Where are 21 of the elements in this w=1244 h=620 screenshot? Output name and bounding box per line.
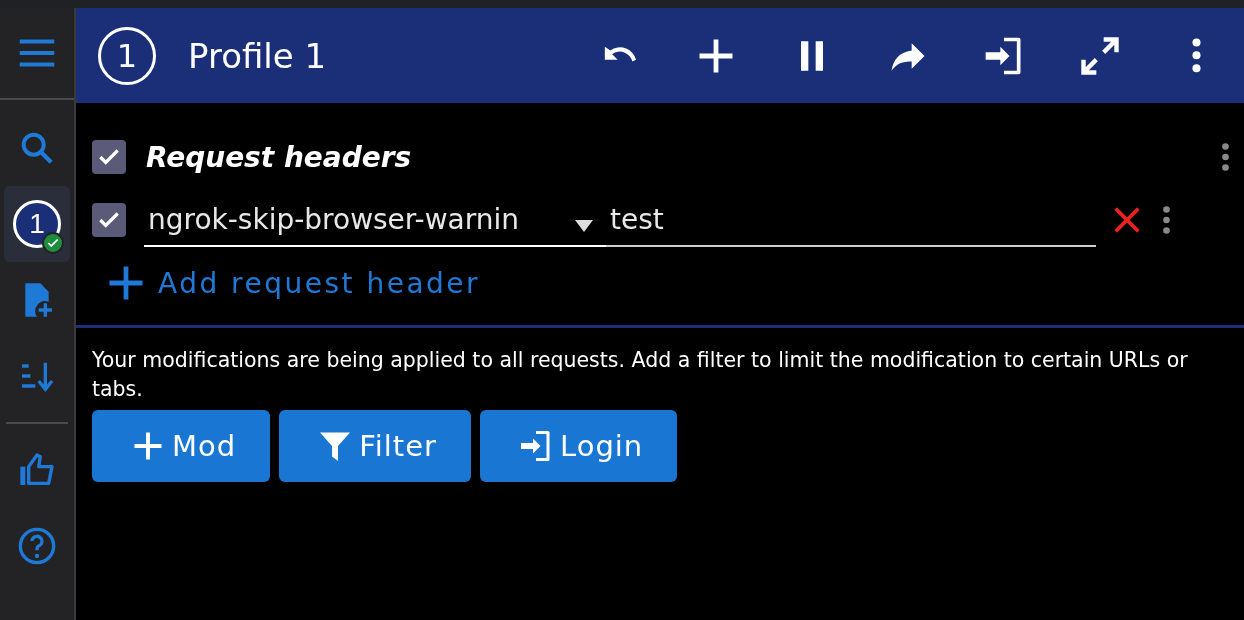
login-button[interactable]: Login <box>480 410 678 482</box>
notice-text: Your modifications are being applied to all requests. Add a filter to limit the modification to certain URLs or tabs. <box>91 347 1189 403</box>
profile-badge: 1 <box>13 200 61 248</box>
row-more-button[interactable] <box>1162 205 1171 235</box>
header-value-field[interactable]: test <box>606 193 1096 247</box>
profile-button[interactable]: 1 <box>4 186 70 262</box>
filter-button[interactable]: Filter <box>279 410 471 482</box>
help-icon <box>17 526 57 566</box>
section-more-button[interactable] <box>1221 142 1230 172</box>
more-icon <box>1221 142 1230 172</box>
profile-title: Profile 1 <box>188 35 328 76</box>
more-icon <box>1162 205 1171 235</box>
header-name-field[interactable]: ngrok-skip-browser-warnin <box>144 193 610 247</box>
more-icon <box>1190 37 1202 74</box>
profile-number: 1 <box>98 26 156 85</box>
mod-button[interactable]: Mod <box>92 410 271 482</box>
section-title: Request headers <box>146 140 413 174</box>
section-checkbox[interactable] <box>92 140 126 174</box>
header-checkbox[interactable] <box>92 203 126 237</box>
dropdown-caret-icon <box>574 219 594 233</box>
add-header-button[interactable]: Add request header <box>92 253 481 313</box>
